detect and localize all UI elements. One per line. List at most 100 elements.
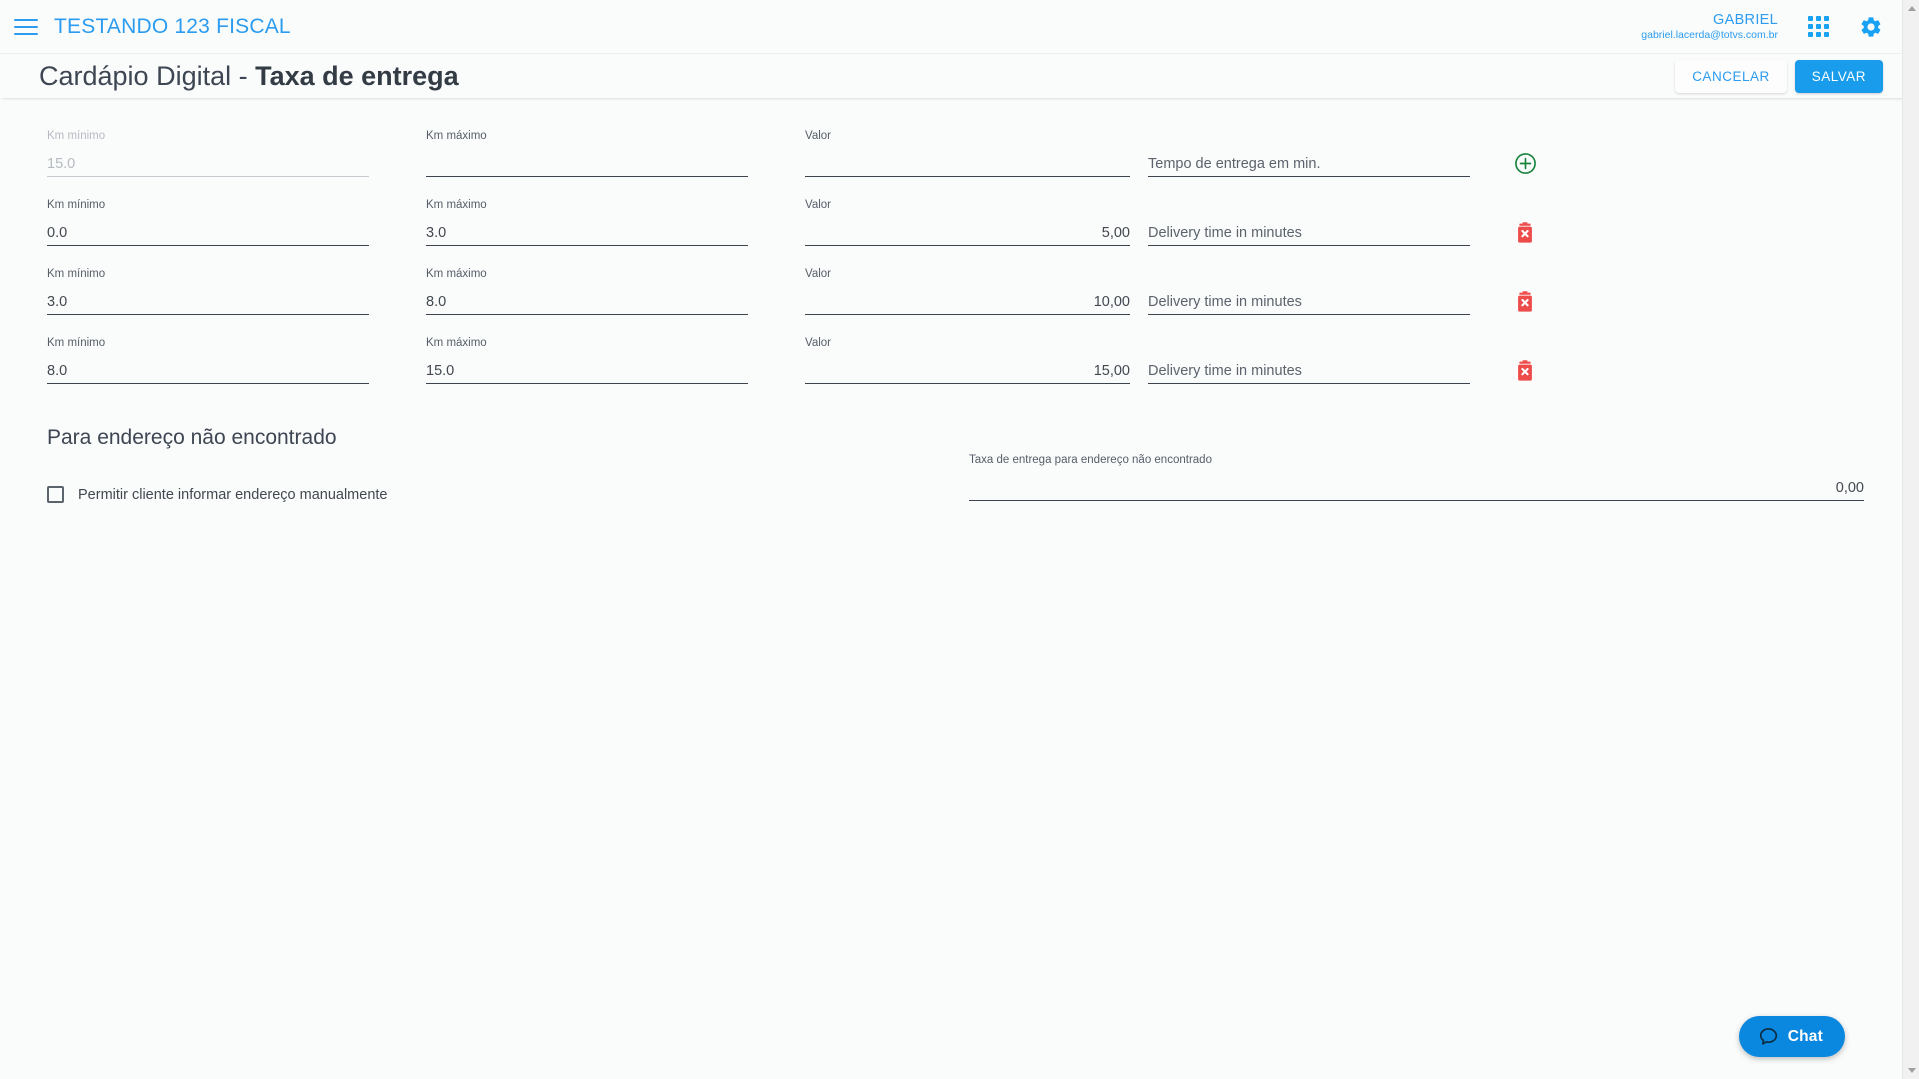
gear-icon[interactable] <box>1859 15 1883 39</box>
allow-manual-address-checkbox[interactable] <box>47 486 64 503</box>
delivery-time-label <box>1148 198 1470 212</box>
scroll-down-arrow-icon[interactable] <box>1903 1062 1919 1079</box>
valor-field[interactable]: Valor 10,00 <box>805 267 1130 315</box>
page-scrollbar[interactable] <box>1902 0 1919 1079</box>
address-not-found-right: Taxa de entrega para endereço não encont… <box>969 426 1864 503</box>
km-max-input[interactable]: 3.0 <box>426 221 748 246</box>
valor-field[interactable]: Valor 5,00 <box>805 198 1130 246</box>
delivery-time-placeholder: Delivery time in minutes <box>1148 363 1302 379</box>
km-min-input[interactable]: 8.0 <box>47 359 369 384</box>
km-max-label: Km máximo <box>426 130 487 142</box>
not-found-fee-value: 0,00 <box>1835 480 1864 496</box>
page-title: Cardápio Digital - Taxa de entrega <box>39 61 459 92</box>
delivery-time-placeholder: Delivery time in minutes <box>1148 294 1302 310</box>
save-button[interactable]: SALVAR <box>1794 59 1883 93</box>
delivery-time-placeholder: Delivery time in minutes <box>1148 225 1302 241</box>
row-action-cell <box>1470 360 1580 384</box>
chat-widget-button[interactable]: Chat <box>1738 1016 1845 1057</box>
row-action-cell <box>1470 222 1580 246</box>
km-min-field[interactable]: Km mínimo 15.0 <box>47 129 369 177</box>
not-found-fee-label: Taxa de entrega para endereço não encont… <box>969 454 1212 466</box>
scroll-up-arrow-icon[interactable] <box>1903 0 1919 17</box>
page-title-main: Taxa de entrega <box>255 60 459 91</box>
app-header: TESTANDO 123 FISCAL GABRIEL gabriel.lace… <box>0 0 1919 54</box>
km-min-label: Km mínimo <box>47 199 106 211</box>
page-actions: CANCELAR SALVAR <box>1675 59 1919 93</box>
user-name: GABRIEL <box>1713 11 1778 28</box>
cancel-button[interactable]: CANCELAR <box>1675 59 1787 93</box>
delivery-time-field[interactable]: Delivery time in minutes <box>1148 267 1470 315</box>
km-max-input[interactable] <box>426 152 748 177</box>
user-info[interactable]: GABRIEL gabriel.lacerda@totvs.com.br <box>1641 11 1778 42</box>
valor-value: 5,00 <box>1101 225 1130 241</box>
delivery-time-label <box>1148 129 1470 143</box>
page-title-separator: - <box>231 60 256 91</box>
valor-value: 10,00 <box>1093 294 1130 310</box>
valor-value: 15,00 <box>1093 363 1130 379</box>
km-max-input[interactable]: 8.0 <box>426 290 748 315</box>
valor-label: Valor <box>805 268 831 280</box>
table-row: Km mínimo 3.0 Km máximo 8.0 Valor 10,00 <box>0 246 1902 315</box>
row-action-cell <box>1470 152 1580 177</box>
chat-bubble-icon <box>1758 1026 1779 1047</box>
delete-trash-icon[interactable] <box>1515 360 1535 382</box>
address-not-found-left: Para endereço não encontrado Permitir cl… <box>47 426 947 503</box>
km-max-value: 3.0 <box>426 225 447 241</box>
apps-grid-icon[interactable] <box>1808 16 1829 37</box>
table-row: Km mínimo 15.0 Km máximo Valor Tempo de … <box>0 108 1902 177</box>
km-min-value: 0.0 <box>47 225 68 241</box>
add-circle-icon[interactable] <box>1514 152 1537 175</box>
delete-trash-icon[interactable] <box>1515 222 1535 244</box>
km-max-field[interactable]: Km máximo <box>426 129 748 177</box>
page-title-prefix: Cardápio Digital <box>39 60 232 91</box>
km-min-input[interactable]: 15.0 <box>47 152 369 177</box>
km-min-input[interactable]: 3.0 <box>47 290 369 315</box>
valor-input[interactable]: 15,00 <box>805 359 1130 384</box>
valor-input[interactable] <box>805 152 1130 177</box>
not-found-fee-field[interactable]: Taxa de entrega para endereço não encont… <box>969 453 1864 501</box>
user-email: gabriel.lacerda@totvs.com.br <box>1641 29 1778 41</box>
valor-field[interactable]: Valor 15,00 <box>805 336 1130 384</box>
section-heading: Para endereço não encontrado <box>47 426 337 449</box>
km-min-field[interactable]: Km mínimo 3.0 <box>47 267 369 315</box>
km-max-field[interactable]: Km máximo 15.0 <box>426 336 748 384</box>
valor-field[interactable]: Valor <box>805 129 1130 177</box>
delivery-time-input[interactable]: Delivery time in minutes <box>1148 221 1470 246</box>
km-min-field[interactable]: Km mínimo 8.0 <box>47 336 369 384</box>
delivery-fee-rows: Km mínimo 15.0 Km máximo Valor Tempo de … <box>0 98 1902 384</box>
km-min-field[interactable]: Km mínimo 0.0 <box>47 198 369 246</box>
km-max-field[interactable]: Km máximo 3.0 <box>426 198 748 246</box>
delivery-time-input[interactable]: Tempo de entrega em min. <box>1148 152 1470 177</box>
hamburger-menu-icon[interactable] <box>14 14 40 40</box>
km-max-label: Km máximo <box>426 268 487 280</box>
km-min-label: Km mínimo <box>47 337 106 349</box>
chat-label: Chat <box>1787 1027 1823 1045</box>
delivery-time-field[interactable]: Tempo de entrega em min. <box>1148 129 1470 177</box>
table-row: Km mínimo 0.0 Km máximo 3.0 Valor 5,00 D… <box>0 177 1902 246</box>
km-max-field[interactable]: Km máximo 8.0 <box>426 267 748 315</box>
valor-input[interactable]: 5,00 <box>805 221 1130 246</box>
km-min-value: 15.0 <box>47 156 76 172</box>
delete-trash-icon[interactable] <box>1515 291 1535 313</box>
page-content: Km mínimo 15.0 Km máximo Valor Tempo de … <box>0 98 1902 1079</box>
km-min-label: Km mínimo <box>47 130 106 142</box>
km-max-input[interactable]: 15.0 <box>426 359 748 384</box>
delivery-time-input[interactable]: Delivery time in minutes <box>1148 290 1470 315</box>
delivery-time-field[interactable]: Delivery time in minutes <box>1148 336 1470 384</box>
allow-manual-address-checkbox-row[interactable]: Permitir cliente informar endereço manua… <box>47 486 947 503</box>
valor-label: Valor <box>805 199 831 211</box>
km-max-value: 8.0 <box>426 294 447 310</box>
km-max-value: 15.0 <box>426 363 455 379</box>
not-found-fee-input[interactable]: 0,00 <box>969 476 1864 501</box>
km-min-input[interactable]: 0.0 <box>47 221 369 246</box>
delivery-time-input[interactable]: Delivery time in minutes <box>1148 359 1470 384</box>
valor-input[interactable]: 10,00 <box>805 290 1130 315</box>
app-header-actions: GABRIEL gabriel.lacerda@totvs.com.br <box>1641 11 1919 42</box>
delivery-time-placeholder: Tempo de entrega em min. <box>1148 156 1321 172</box>
delivery-time-label <box>1148 336 1470 350</box>
delivery-time-field[interactable]: Delivery time in minutes <box>1148 198 1470 246</box>
delivery-time-label <box>1148 267 1470 281</box>
valor-label: Valor <box>805 337 831 349</box>
table-row: Km mínimo 8.0 Km máximo 15.0 Valor 15,00 <box>0 315 1902 384</box>
km-min-value: 3.0 <box>47 294 68 310</box>
